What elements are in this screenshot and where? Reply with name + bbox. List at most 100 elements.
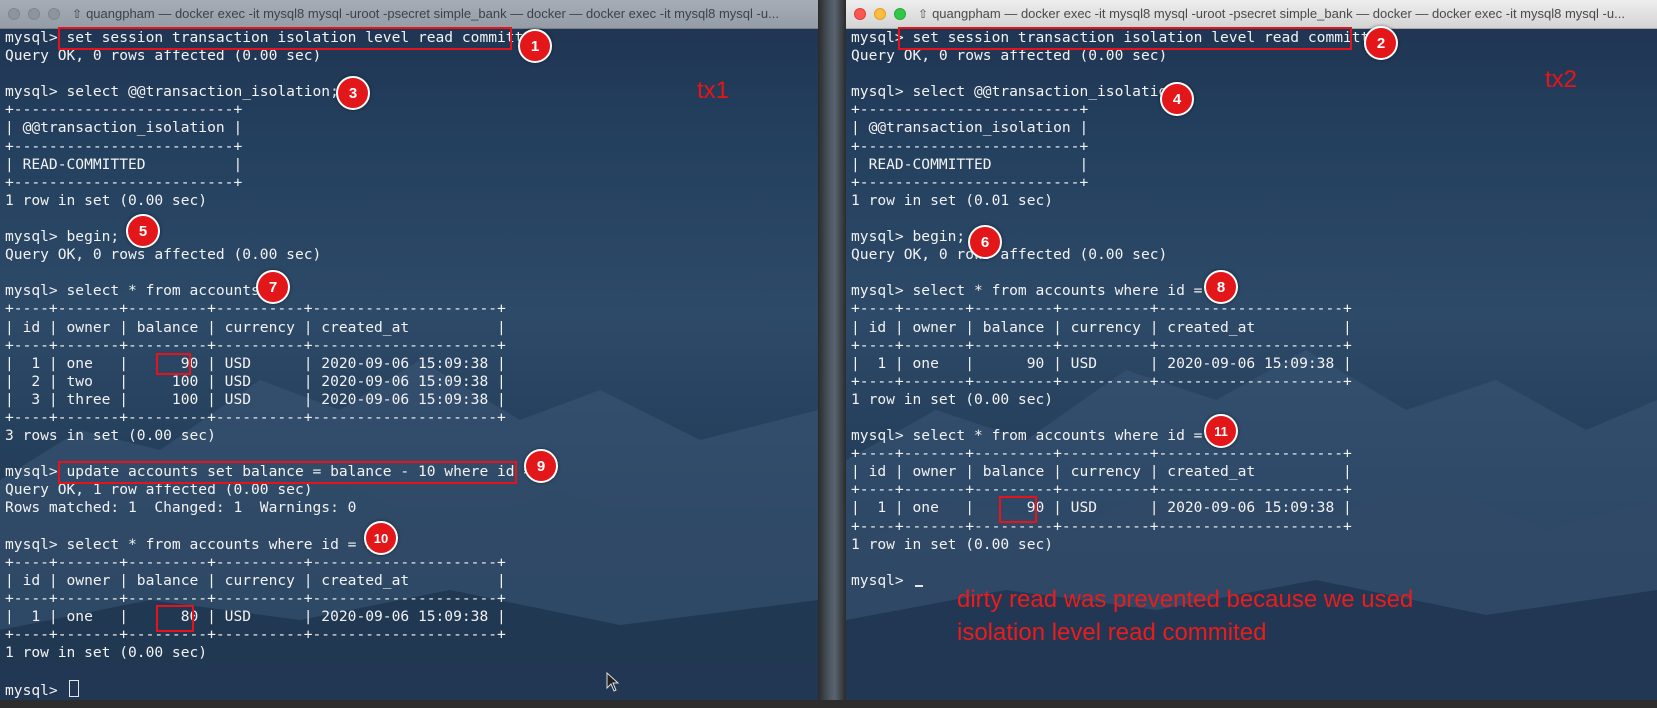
terminal-line: 1 row in set (0.01 sec) bbox=[851, 191, 1054, 209]
terminal-line: +----+-------+---------+----------+-----… bbox=[5, 553, 506, 571]
terminal-line: +----+-------+---------+----------+-----… bbox=[851, 372, 1352, 390]
annotation-note-line: dirty read was prevented because we used bbox=[957, 586, 1414, 613]
terminal-line: +----+-------+---------+----------+-----… bbox=[5, 300, 506, 318]
window-controls bbox=[8, 8, 60, 20]
terminal-line: +----+-------+---------+----------+-----… bbox=[851, 300, 1352, 318]
tx-label: tx1 bbox=[697, 77, 730, 104]
step-badge: 1 bbox=[518, 29, 552, 63]
minimize-window-button[interactable] bbox=[874, 8, 886, 20]
step-badge: 11 bbox=[1204, 414, 1238, 448]
home-folder-icon: ⇧ bbox=[72, 7, 83, 21]
mouse-pointer-icon bbox=[606, 672, 620, 692]
terminal-line: 1 row in set (0.00 sec) bbox=[851, 535, 1054, 553]
terminal-line: | 1 | one | 90 | USD | 2020-09-06 15:09:… bbox=[851, 354, 1352, 372]
window-title: ⇧ quangpham — docker exec -it mysql8 mysq… bbox=[918, 0, 1653, 28]
step-badge: 5 bbox=[126, 214, 160, 248]
annotation-note-line: isolation level read commited bbox=[957, 619, 1267, 646]
highlight-balance-90 bbox=[156, 353, 191, 375]
step-badge: 3 bbox=[336, 76, 370, 110]
terminal-line: | id | owner | balance | currency | crea… bbox=[851, 463, 1352, 481]
close-window-button[interactable] bbox=[8, 8, 20, 20]
text-cursor bbox=[68, 680, 79, 698]
highlight-balance-80 bbox=[156, 605, 194, 632]
terminal-line: mysql> select * from accounts where id =… bbox=[5, 535, 383, 553]
close-window-button[interactable] bbox=[854, 8, 866, 20]
terminal-line: 1 row in set (0.00 sec) bbox=[5, 644, 208, 662]
maximize-window-button[interactable] bbox=[48, 8, 60, 20]
terminal-line: Query OK, 0 rows affected (0.00 sec) bbox=[5, 246, 322, 264]
terminal-line: +-------------------------+ bbox=[851, 137, 1089, 155]
bottom-edge bbox=[0, 700, 1657, 708]
window-controls bbox=[854, 8, 906, 20]
step-badge: 9 bbox=[524, 449, 558, 483]
terminal-line: +----+-------+---------+----------+-----… bbox=[5, 408, 506, 426]
highlight-update-statement bbox=[58, 461, 517, 484]
terminal-line: | 2 | two | 100 | USD | 2020-09-06 15:09… bbox=[5, 372, 506, 390]
text-cursor bbox=[914, 572, 923, 587]
terminal-line: | READ-COMMITTED | bbox=[5, 155, 243, 173]
step-badge: 6 bbox=[968, 225, 1002, 259]
step-badge: 2 bbox=[1364, 26, 1398, 60]
terminal-line: 1 row in set (0.00 sec) bbox=[5, 191, 208, 209]
terminal-line: +-------------------------+ bbox=[5, 173, 243, 191]
minimize-window-button[interactable] bbox=[28, 8, 40, 20]
terminal-line: +----+-------+---------+----------+-----… bbox=[851, 445, 1352, 463]
terminal-line: | id | owner | balance | currency | crea… bbox=[5, 571, 506, 589]
terminal-line: 3 rows in set (0.00 sec) bbox=[5, 427, 216, 445]
desktop-screen: ⇧ quangpham — docker exec -it mysql8 mysq… bbox=[0, 0, 1657, 708]
terminal-line: | READ-COMMITTED | bbox=[851, 155, 1089, 173]
terminal-window-tx1[interactable]: ⇧ quangpham — docker exec -it mysql8 mysq… bbox=[0, 0, 818, 700]
terminal-line: +----+-------+---------+----------+-----… bbox=[5, 336, 506, 354]
terminal-line: +-------------------------+ bbox=[851, 173, 1089, 191]
maximize-window-button[interactable] bbox=[894, 8, 906, 20]
highlight-set-isolation bbox=[898, 27, 1352, 50]
terminal-line: mysql> select @@transaction_isolation; bbox=[851, 83, 1185, 101]
terminal-line: Query OK, 1 row affected (0.00 sec) bbox=[5, 481, 313, 499]
tx-label: tx2 bbox=[1545, 66, 1578, 93]
window-gap bbox=[818, 0, 846, 708]
step-badge: 10 bbox=[364, 521, 398, 555]
terminal-line: mysql> bbox=[5, 680, 818, 699]
step-badge: 8 bbox=[1204, 270, 1238, 304]
terminal-line: | @@transaction_isolation | bbox=[5, 119, 243, 137]
terminal-line: 1 row in set (0.00 sec) bbox=[851, 390, 1054, 408]
terminal-line: | @@transaction_isolation | bbox=[851, 119, 1089, 137]
terminal-line: | 1 | one | 90 | USD | 2020-09-06 15:09:… bbox=[851, 499, 1352, 517]
home-folder-icon: ⇧ bbox=[918, 7, 929, 21]
terminal-line: +----+-------+---------+----------+-----… bbox=[851, 481, 1352, 499]
annotation-note: dirty read was prevented because we used… bbox=[957, 583, 1413, 649]
highlight-set-isolation bbox=[58, 27, 512, 50]
step-badge: 4 bbox=[1160, 82, 1194, 116]
terminal-line: +-------------------------+ bbox=[5, 137, 243, 155]
terminal-line: mysql> select * from accounts where id =… bbox=[851, 282, 1229, 300]
terminal-line: | 1 | one | 90 | USD | 2020-09-06 15:09:… bbox=[5, 354, 506, 372]
terminal-output[interactable]: mysql> set session transaction isolation… bbox=[846, 29, 1657, 590]
terminal-line: | id | owner | balance | currency | crea… bbox=[851, 318, 1352, 336]
window-titlebar[interactable]: ⇧ quangpham — docker exec -it mysql8 mysq… bbox=[0, 0, 818, 29]
terminal-line: +----+-------+---------+----------+-----… bbox=[5, 626, 506, 644]
terminal-line: mysql> select * from accounts where id =… bbox=[851, 427, 1229, 445]
terminal-window-tx2[interactable]: ⇧ quangpham — docker exec -it mysql8 mysq… bbox=[846, 0, 1657, 700]
step-badge: 7 bbox=[256, 270, 290, 304]
terminal-output[interactable]: mysql> set session transaction isolation… bbox=[0, 29, 818, 699]
highlight-balance-90 bbox=[999, 496, 1037, 523]
terminal-line: +----+-------+---------+----------+-----… bbox=[851, 336, 1352, 354]
terminal-line: +-------------------------+ bbox=[851, 101, 1089, 119]
terminal-line: +----+-------+---------+----------+-----… bbox=[851, 517, 1352, 535]
window-title: ⇧ quangpham — docker exec -it mysql8 mysq… bbox=[72, 0, 814, 28]
terminal-line: | id | owner | balance | currency | crea… bbox=[5, 318, 506, 336]
terminal-line: +----+-------+---------+----------+-----… bbox=[5, 589, 506, 607]
terminal-line: | 1 | one | 80 | USD | 2020-09-06 15:09:… bbox=[5, 608, 506, 625]
window-titlebar[interactable]: ⇧ quangpham — docker exec -it mysql8 mysq… bbox=[846, 0, 1657, 29]
terminal-line: mysql> select * from accounts; bbox=[5, 282, 269, 300]
terminal-line: Rows matched: 1 Changed: 1 Warnings: 0 bbox=[5, 499, 357, 517]
terminal-line: | 3 | three | 100 | USD | 2020-09-06 15:… bbox=[5, 390, 506, 408]
